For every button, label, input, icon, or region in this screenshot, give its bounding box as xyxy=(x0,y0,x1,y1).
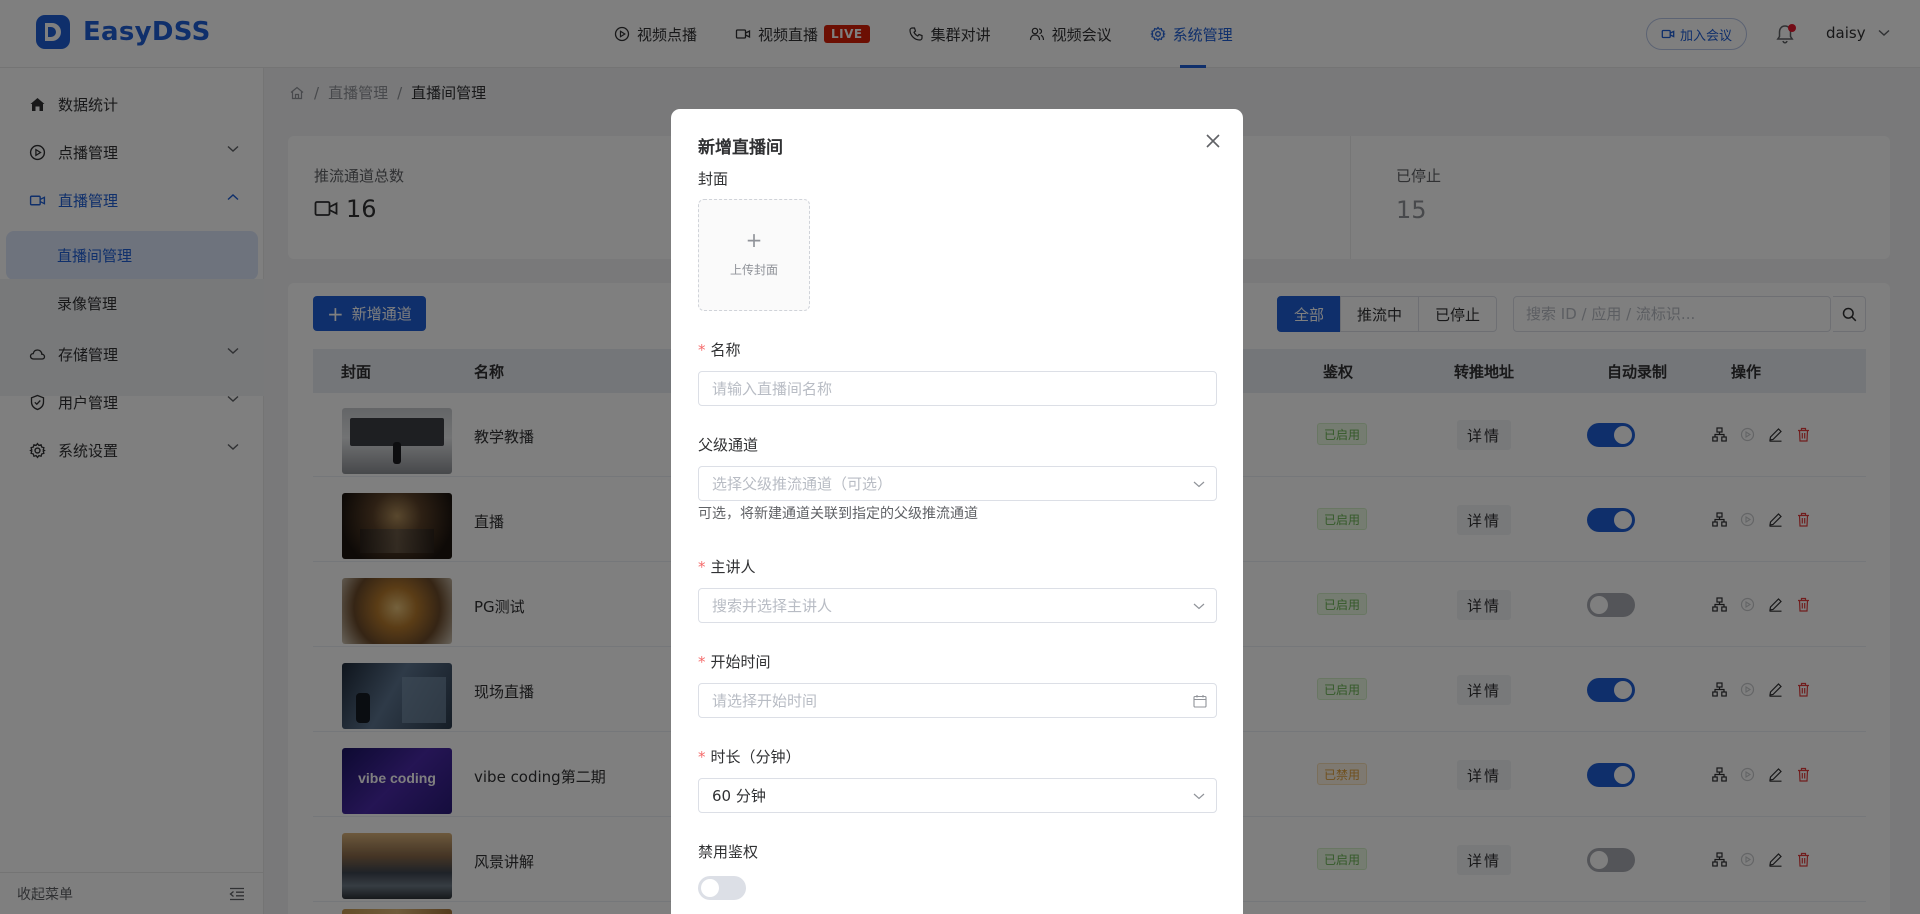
parent-channel-placeholder: 选择父级推流通道（可选） xyxy=(712,475,893,493)
host-placeholder: 搜索并选择主讲人 xyxy=(712,597,833,615)
dialog-title: 新增直播间 xyxy=(698,138,783,158)
name-placeholder: 请输入直播间名称 xyxy=(712,380,833,398)
disable-auth-toggle[interactable] xyxy=(698,876,746,900)
disable-auth-label: 禁用鉴权 xyxy=(698,843,759,861)
parent-channel-hint: 可选，将新建通道关联到指定的父级推流通道 xyxy=(698,506,978,522)
cover-label: 封面 xyxy=(698,170,729,188)
name-field[interactable]: 请输入直播间名称 xyxy=(698,371,1217,406)
required-mark: * xyxy=(698,558,706,576)
host-label-text: 主讲人 xyxy=(710,558,756,576)
duration-select[interactable]: 60 分钟 xyxy=(698,778,1217,813)
duration-label-text: 时长（分钟） xyxy=(710,748,801,766)
required-mark: * xyxy=(698,748,706,766)
start-time-label: * 开始时间 xyxy=(698,651,771,672)
chevron-down-icon xyxy=(1193,603,1205,610)
chevron-down-icon xyxy=(1193,793,1205,800)
start-time-placeholder: 请选择开始时间 xyxy=(712,692,818,710)
duration-value: 60 分钟 xyxy=(712,787,766,805)
required-mark: * xyxy=(698,341,706,359)
name-label-text: 名称 xyxy=(710,341,741,359)
calendar-icon xyxy=(1193,695,1207,708)
start-time-label-text: 开始时间 xyxy=(710,653,771,671)
parent-channel-label: 父级通道 xyxy=(698,436,759,454)
upload-cover-label: 上传封面 xyxy=(729,263,778,277)
parent-channel-select[interactable]: 选择父级推流通道（可选） xyxy=(698,466,1217,501)
cover-upload[interactable]: + 上传封面 xyxy=(698,199,810,311)
duration-label: * 时长（分钟） xyxy=(698,746,801,767)
start-time-picker[interactable]: 请选择开始时间 xyxy=(698,683,1217,718)
chevron-down-icon xyxy=(1193,481,1205,488)
host-select[interactable]: 搜索并选择主讲人 xyxy=(698,588,1217,623)
required-mark: * xyxy=(698,653,706,671)
plus-icon: + xyxy=(745,228,763,252)
host-label: * 主讲人 xyxy=(698,556,756,577)
add-live-room-dialog: 新增直播间 封面 + 上传封面 * 名称 请输入直播间名称 父级通道 选择父级推流… xyxy=(671,109,1243,914)
name-label: * 名称 xyxy=(698,339,741,360)
close-icon[interactable] xyxy=(1203,131,1223,151)
